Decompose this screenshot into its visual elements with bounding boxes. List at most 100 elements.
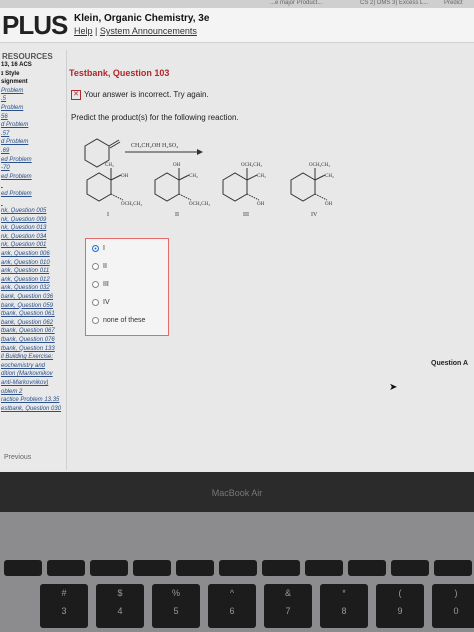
sidebar-item[interactable]: bank, Question 036 bbox=[0, 293, 66, 302]
sidebar-item[interactable]: signment bbox=[0, 78, 66, 87]
sidebar-item[interactable]: ank, Question 012 bbox=[0, 276, 66, 285]
sidebar-item[interactable]: ɪ Style bbox=[0, 70, 66, 79]
substituent-bottom: OH bbox=[325, 202, 333, 207]
sidebar-title: RESOURCES bbox=[2, 52, 53, 61]
choice-label: III bbox=[103, 281, 109, 288]
function-key[interactable] bbox=[262, 560, 300, 576]
sidebar-item[interactable]: bank, Question 059 bbox=[0, 302, 66, 311]
function-key[interactable] bbox=[219, 560, 257, 576]
number-key[interactable]: % 5 bbox=[152, 584, 200, 628]
function-key[interactable] bbox=[348, 560, 386, 576]
sidebar-item[interactable]: nk, Question 034 bbox=[0, 233, 66, 242]
choice-i[interactable]: I bbox=[92, 245, 105, 252]
sidebar-item[interactable]: bank, Question 062 bbox=[0, 319, 66, 328]
sidebar-item[interactable]: nk, Question 013 bbox=[0, 224, 66, 233]
choice-label: IV bbox=[103, 299, 110, 306]
sidebar-item[interactable]: nk, Question 001 bbox=[0, 241, 66, 250]
product-structure-3: OCH₂CH₃ CH₃ OH III bbox=[222, 163, 266, 218]
radio-iii[interactable] bbox=[92, 281, 99, 288]
feedback-message: ✕ Your answer is incorrect. Try again. bbox=[71, 90, 209, 100]
sidebar-item[interactable]: -70 bbox=[0, 164, 66, 173]
feedback-text: Your answer is incorrect. Try again. bbox=[84, 90, 209, 100]
sidebar-item[interactable]: 56 bbox=[0, 113, 66, 122]
number-key[interactable]: (9 bbox=[376, 584, 424, 628]
reaction-scheme: CH₃CH₂OH H₂SO₄ CH₃OHOCH₂CH₃IOHCH₃OCH₂CH₃… bbox=[84, 138, 334, 218]
system-announcements-link[interactable]: System Announcements bbox=[100, 26, 197, 36]
sidebar-item[interactable]: ractice Problem 13.35 bbox=[0, 396, 66, 405]
sidebar-item[interactable]: Problem bbox=[0, 87, 66, 96]
sidebar-item[interactable]: ed Problem bbox=[0, 173, 66, 182]
sidebar-item[interactable]: ed Problem bbox=[0, 190, 66, 199]
sidebar-item[interactable]: ank, Question 011 bbox=[0, 267, 66, 276]
sidebar-item[interactable]: oblem 2 bbox=[0, 388, 66, 397]
function-key[interactable] bbox=[133, 560, 171, 576]
radio-ii[interactable] bbox=[92, 263, 99, 270]
sidebar-item[interactable]: d Problem bbox=[0, 138, 66, 147]
function-key[interactable] bbox=[47, 560, 85, 576]
choice-iii[interactable]: III bbox=[92, 281, 109, 288]
function-key[interactable] bbox=[391, 560, 429, 576]
number-key[interactable]: $4 bbox=[96, 584, 144, 628]
choice-none[interactable]: none of these bbox=[92, 317, 145, 324]
number-key[interactable]: & 7 bbox=[264, 584, 312, 628]
function-key[interactable] bbox=[90, 560, 128, 576]
sidebar-item[interactable] bbox=[0, 199, 66, 208]
sidebar-item[interactable]: .5 bbox=[0, 95, 66, 104]
sidebar-item[interactable]: ll Building Exercise: bbox=[0, 353, 66, 362]
number-key[interactable]: ^ 6 bbox=[208, 584, 256, 628]
previous-link[interactable]: Previous bbox=[4, 454, 31, 461]
substituent-bottom: OCH₂CH₃ bbox=[121, 202, 142, 207]
browser-tab[interactable]: ...e major Product... bbox=[270, 0, 322, 6]
sidebar-item[interactable] bbox=[0, 181, 66, 190]
sidebar-item[interactable]: nk, Question 005 bbox=[0, 207, 66, 216]
sidebar-item[interactable]: Problem bbox=[0, 104, 66, 113]
sidebar-item[interactable]: tbank, Question 076 bbox=[0, 336, 66, 345]
sidebar-item[interactable]: ank, Question 010 bbox=[0, 259, 66, 268]
sidebar-item[interactable]: .69 bbox=[0, 147, 66, 156]
structure-numeral: II bbox=[175, 212, 179, 218]
radio-iv[interactable] bbox=[92, 299, 99, 306]
browser-tab[interactable]: Predict bbox=[444, 0, 463, 6]
sidebar-item[interactable]: estbank, Question 030 bbox=[0, 405, 66, 414]
sidebar-item[interactable]: .57 bbox=[0, 130, 66, 139]
choice-ii[interactable]: II bbox=[92, 263, 107, 270]
sidebar-item[interactable]: tbank, Question 067 bbox=[0, 327, 66, 336]
sidebar-item[interactable]: ank, Question 006 bbox=[0, 250, 66, 259]
browser-tab[interactable]: CS 2) DMS 3) Excess L... bbox=[360, 0, 428, 6]
radio-i[interactable] bbox=[92, 245, 99, 252]
question-prompt: Predict the product(s) for the following… bbox=[71, 113, 239, 122]
function-key[interactable] bbox=[305, 560, 343, 576]
sidebar-item[interactable]: ank, Question 032 bbox=[0, 284, 66, 293]
app-header: PLUS Klein, Organic Chemistry, 3e Help |… bbox=[0, 8, 474, 43]
number-key[interactable]: ) 0 bbox=[432, 584, 474, 628]
key-digit: 0 bbox=[453, 606, 459, 616]
sidebar-item[interactable]: eochemistry and bbox=[0, 362, 66, 371]
sidebar-item[interactable]: 13, 16 ACS bbox=[0, 61, 66, 70]
substituent-bottom: OCH₂CH₃ bbox=[189, 202, 210, 207]
sidebar-item[interactable]: dition (Markovnikov bbox=[0, 370, 66, 379]
choice-iv[interactable]: IV bbox=[92, 299, 110, 306]
sidebar-item[interactable]: tbank, Question 061 bbox=[0, 310, 66, 319]
browser-tab-bar: ...e major Product... CS 2) DMS 3) Exces… bbox=[0, 0, 474, 8]
key-symbol: % bbox=[171, 588, 180, 598]
number-key[interactable]: * 8 bbox=[320, 584, 368, 628]
key-symbol: ( bbox=[398, 588, 402, 598]
question-panel: Testbank, Question 103 ✕ Your answer is i… bbox=[67, 60, 474, 470]
sidebar-item[interactable]: ed Problem bbox=[0, 156, 66, 165]
sidebar-item[interactable]: tbank, Question 133 bbox=[0, 345, 66, 354]
number-key[interactable]: #3 bbox=[40, 584, 88, 628]
sidebar-item[interactable]: nk, Question 009 bbox=[0, 216, 66, 225]
function-key[interactable] bbox=[4, 560, 42, 576]
help-link[interactable]: Help bbox=[74, 26, 93, 36]
sidebar-item[interactable]: anti-Markovnikov) bbox=[0, 379, 66, 388]
radio-none[interactable] bbox=[92, 317, 99, 324]
resources-sidebar: RESOURCES 13, 16 ACS ɪ Style signment Probl… bbox=[0, 50, 67, 470]
function-key[interactable] bbox=[434, 560, 472, 576]
sidebar-item[interactable]: d Problem bbox=[0, 121, 66, 130]
course-title: Klein, Organic Chemistry, 3e bbox=[74, 13, 210, 24]
function-key[interactable] bbox=[176, 560, 214, 576]
key-symbol: * bbox=[342, 588, 346, 598]
answer-choices: I II III IV none of these bbox=[85, 238, 169, 336]
choice-label: none of these bbox=[103, 317, 146, 324]
separator: | bbox=[92, 26, 100, 36]
